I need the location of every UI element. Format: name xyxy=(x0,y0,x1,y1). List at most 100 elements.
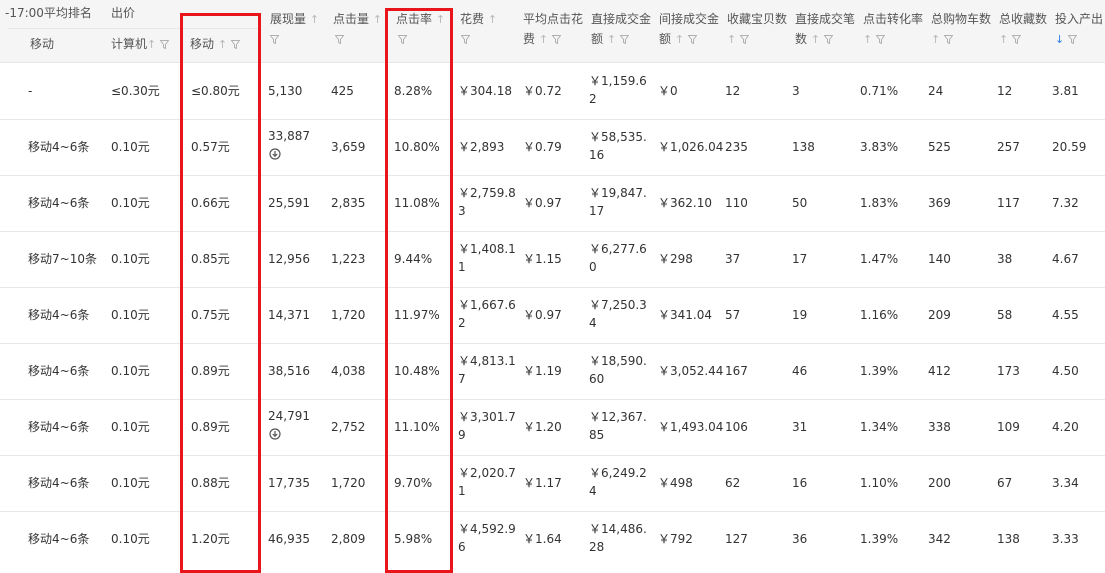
cell-roi: 20.59 xyxy=(1052,140,1087,154)
header-divider xyxy=(0,62,1105,63)
header-conv-rate[interactable]: 点击转化率 xyxy=(863,11,923,27)
cell-clicks: 2,809 xyxy=(331,532,366,546)
cell-rank: 移动4~6条 xyxy=(28,420,90,434)
cell-cost: ￥1,667.62 xyxy=(458,298,516,330)
cell-pc-bid: 0.10元 xyxy=(111,252,150,266)
filter-icon[interactable] xyxy=(1068,35,1078,44)
header-bid-group: 出价 xyxy=(111,6,136,20)
cell-cart: 24 xyxy=(928,84,944,98)
sort-up-icon[interactable]: ↑ xyxy=(373,13,382,26)
cell-cart: 412 xyxy=(928,364,951,378)
header-direct-gmv[interactable]: 直接成交金 xyxy=(591,11,651,27)
header-cost-label: 花费 xyxy=(460,12,485,26)
sort-up-icon[interactable]: ↑ xyxy=(811,33,820,46)
cell-cart: 342 xyxy=(928,532,951,546)
header-impressions-filter[interactable] xyxy=(270,31,279,47)
cell-roi: 3.33 xyxy=(1052,532,1079,546)
header-roi-tools[interactable]: ↓ xyxy=(1055,31,1078,48)
filter-icon[interactable] xyxy=(823,35,833,44)
header-direct-orders[interactable]: 直接成交笔 xyxy=(795,11,855,27)
filter-icon[interactable] xyxy=(335,35,344,44)
sort-up-icon[interactable]: ↑ xyxy=(539,33,548,46)
cell-direct-gmv: ￥19,847.17 xyxy=(589,186,647,218)
download-icon[interactable] xyxy=(269,148,281,164)
cell-cart: 338 xyxy=(928,420,951,434)
header-direct-orders-2[interactable]: 数 ↑ xyxy=(795,31,833,48)
download-icon[interactable] xyxy=(269,428,281,444)
cell-impressions: 25,591 xyxy=(268,196,310,210)
header-cart-tools[interactable]: ↑ xyxy=(931,31,954,48)
sort-up-icon[interactable]: ↑ xyxy=(675,33,684,46)
cell-direct-orders: 3 xyxy=(792,84,800,98)
cell-rank: 移动4~6条 xyxy=(28,308,90,322)
cell-clicks: 425 xyxy=(331,84,354,98)
filter-icon[interactable] xyxy=(160,40,170,49)
cell-fav-total: 38 xyxy=(997,252,1013,266)
sort-up-icon[interactable]: ↑ xyxy=(727,33,736,46)
cell-indirect-gmv: ￥498 xyxy=(658,476,693,490)
filter-icon[interactable] xyxy=(619,35,629,44)
header-bid-pc[interactable]: 计算机↑ xyxy=(111,36,170,53)
header-fav-items-tools[interactable]: ↑ xyxy=(727,31,750,48)
filter-icon[interactable] xyxy=(876,35,886,44)
cell-fav-total: 173 xyxy=(997,364,1020,378)
row-divider xyxy=(0,231,1105,232)
filter-icon[interactable] xyxy=(740,35,750,44)
header-impressions[interactable]: 展现量 ↑ xyxy=(270,11,319,28)
cell-clicks: 3,659 xyxy=(331,140,366,154)
header-cart[interactable]: 总购物车数 xyxy=(931,11,991,27)
cell-conv-rate: 0.71% xyxy=(860,84,899,98)
cell-fav-total: 12 xyxy=(997,84,1013,98)
cell-avg-cpc: ￥0.79 xyxy=(523,140,562,154)
header-avg-cpc-2[interactable]: 费 ↑ xyxy=(523,31,561,48)
header-clicks-label: 点击量 xyxy=(333,12,370,26)
sort-up-icon[interactable]: ↑ xyxy=(931,33,940,46)
cell-clicks: 1,223 xyxy=(331,252,366,266)
header-fav-total[interactable]: 总收藏数 xyxy=(999,11,1047,27)
header-cost[interactable]: 花费 ↑ xyxy=(460,11,497,28)
header-clicks-filter[interactable] xyxy=(335,31,344,47)
filter-icon[interactable] xyxy=(944,35,954,44)
header-avg-cpc[interactable]: 平均点击花 xyxy=(523,11,583,27)
header-roi[interactable]: 投入产出 xyxy=(1055,11,1105,27)
cell-pc-bid: 0.10元 xyxy=(111,420,150,434)
sort-up-icon[interactable]: ↑ xyxy=(310,13,319,26)
sort-up-icon[interactable]: ↑ xyxy=(999,33,1008,46)
header-fav-total-tools[interactable]: ↑ xyxy=(999,31,1022,48)
cell-cart: 209 xyxy=(928,308,951,322)
cell-pc-bid: 0.10元 xyxy=(111,196,150,210)
cell-indirect-gmv: ￥341.04 xyxy=(658,308,712,322)
sort-up-icon[interactable]: ↑ xyxy=(147,38,156,51)
filter-icon[interactable] xyxy=(551,35,561,44)
sort-up-icon[interactable]: ↑ xyxy=(488,13,497,26)
highlight-box-mobile-bid xyxy=(180,13,261,573)
cell-fav-total: 138 xyxy=(997,532,1020,546)
filter-icon[interactable] xyxy=(461,35,470,44)
filter-icon[interactable] xyxy=(270,35,279,44)
filter-icon[interactable] xyxy=(1012,35,1022,44)
cell-direct-gmv: ￥7,250.34 xyxy=(589,298,647,330)
filter-icon[interactable] xyxy=(687,35,697,44)
header-direct-gmv-2[interactable]: 额 ↑ xyxy=(591,31,629,48)
cell-direct-orders: 17 xyxy=(792,252,808,266)
cell-fav-total: 257 xyxy=(997,140,1020,154)
header-indirect-gmv[interactable]: 间接成交金 xyxy=(659,11,719,27)
sort-up-icon[interactable]: ↑ xyxy=(607,33,616,46)
cell-roi: 3.34 xyxy=(1052,476,1079,490)
row-divider xyxy=(0,287,1105,288)
cell-rank: 移动4~6条 xyxy=(28,140,90,154)
header-fav-items[interactable]: 收藏宝贝数 xyxy=(727,11,787,27)
sort-down-active-icon[interactable]: ↓ xyxy=(1055,33,1064,46)
cell-cart: 369 xyxy=(928,196,951,210)
header-rank-mobile[interactable]: 移动 xyxy=(30,36,54,52)
cell-cart: 525 xyxy=(928,140,951,154)
cell-conv-rate: 3.83% xyxy=(860,140,899,154)
header-cost-filter[interactable] xyxy=(461,31,470,47)
header-indirect-gmv-2[interactable]: 额 ↑ xyxy=(659,31,697,48)
cell-avg-cpc: ￥0.97 xyxy=(523,308,562,322)
header-clicks[interactable]: 点击量 ↑ xyxy=(333,11,382,28)
cell-avg-cpc: ￥1.19 xyxy=(523,364,562,378)
cell-fav-total: 67 xyxy=(997,476,1013,490)
sort-up-icon[interactable]: ↑ xyxy=(863,33,872,46)
header-conv-rate-tools[interactable]: ↑ xyxy=(863,31,886,48)
